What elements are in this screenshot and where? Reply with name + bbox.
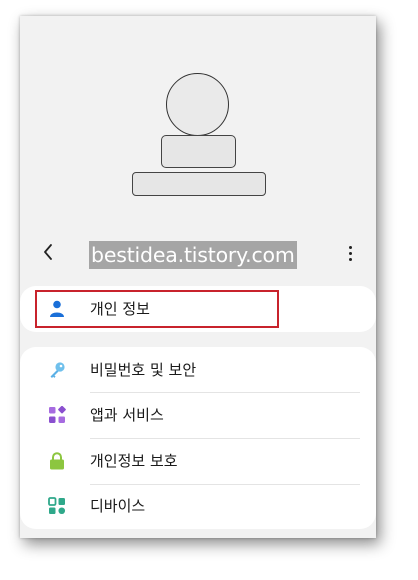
menu-item-label: 디바이스: [90, 497, 146, 515]
back-button[interactable]: [38, 242, 58, 262]
menu-item-apps-services[interactable]: 앱과 서비스: [20, 392, 376, 438]
lock-icon: [48, 452, 66, 470]
menu-item-privacy[interactable]: 개인정보 보호: [20, 438, 376, 484]
chevron-left-icon: [44, 244, 52, 260]
profile-name-redacted: [161, 135, 236, 168]
account-screen: bestidea.tistory.com 개인 정보 비밀번호 및 보안 앱과 …: [20, 16, 376, 538]
more-vert-dot: [348, 251, 352, 255]
toolbar: bestidea.tistory.com: [20, 232, 376, 272]
menu-item-label: 개인정보 보호: [90, 452, 178, 470]
more-vert-icon: [348, 245, 352, 249]
highlight-box: [35, 290, 279, 328]
devices-icon: [48, 497, 66, 515]
more-vert-dot: [348, 257, 352, 261]
profile-avatar[interactable]: [166, 73, 229, 136]
profile-email-redacted: [132, 172, 266, 196]
menu-item-label: 비밀번호 및 보안: [90, 361, 197, 379]
watermark-text: bestidea.tistory.com: [89, 241, 297, 269]
menu-item-password-security[interactable]: 비밀번호 및 보안: [20, 347, 376, 393]
menu-item-label: 앱과 서비스: [90, 406, 164, 424]
settings-group-card: 비밀번호 및 보안 앱과 서비스 개인정보 보호 디바이스: [20, 347, 376, 529]
key-icon: [48, 361, 66, 379]
menu-item-devices[interactable]: 디바이스: [20, 483, 376, 529]
more-options-button[interactable]: [342, 242, 358, 264]
apps-icon: [48, 406, 66, 424]
